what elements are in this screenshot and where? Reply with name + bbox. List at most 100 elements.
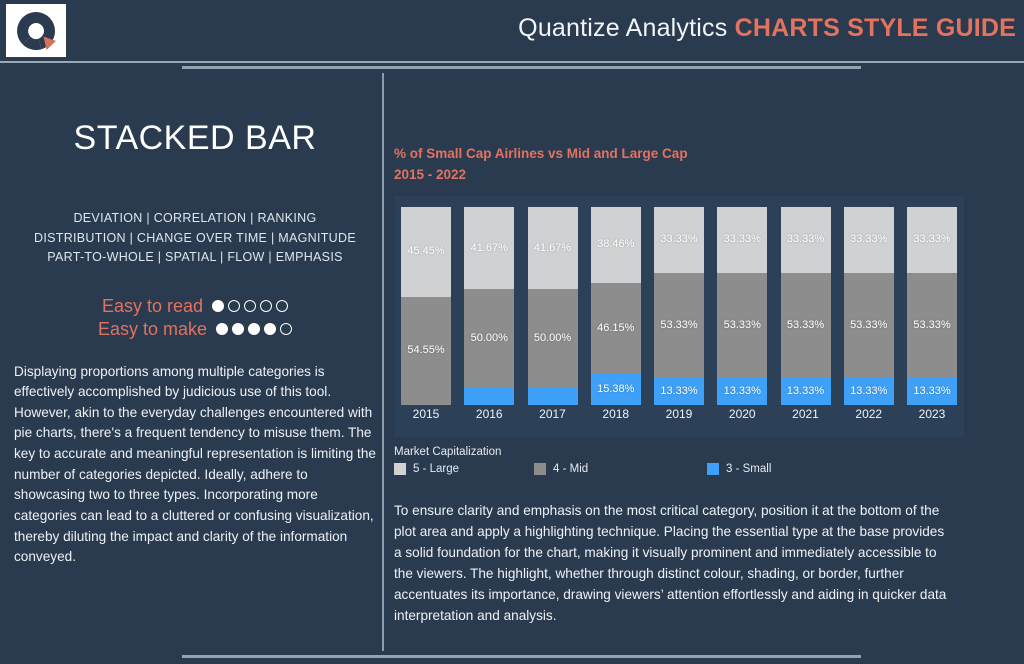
- bar-segment: 41.67%: [527, 206, 578, 290]
- legend-label: 5 - Large: [413, 462, 460, 475]
- rating-dot-filled: [232, 323, 245, 336]
- rating-easy-to-make: Easy to make: [14, 319, 376, 340]
- chart-title-line-2: 2015 - 2022: [394, 166, 467, 182]
- bar-segment-label: 38.46%: [597, 238, 635, 251]
- bar-segment-label: 33.33%: [850, 233, 888, 246]
- bar-column: 38.46% 46.15% 15.38%: [590, 206, 641, 405]
- rating-dots: [212, 300, 289, 313]
- style-guide-slide: { "header": { "brand": "Quantize Analyti…: [0, 0, 1024, 664]
- bar-segment-label: 15.38%: [597, 383, 635, 396]
- left-description-paragraph: Displaying proportions among multiple ca…: [14, 363, 376, 565]
- rating-easy-to-read: Easy to read: [14, 296, 376, 317]
- x-axis-tick: 2016: [475, 406, 503, 421]
- rating-dot-filled: [216, 323, 229, 336]
- taxonomy-list: DEVIATION | CORRELATION | RANKING DISTRI…: [14, 209, 376, 267]
- taxonomy-line-3: PART-TO-WHOLE | SPATIAL | FLOW | EMPHASI…: [47, 250, 343, 265]
- rating-dots: [216, 323, 293, 336]
- x-axis-tick: 2015: [412, 406, 440, 421]
- bar-segment-label: 53.33%: [660, 319, 698, 332]
- logo: [6, 4, 66, 57]
- bar-segment: 13.33%: [843, 378, 894, 405]
- page-title: STACKED BAR: [73, 119, 317, 157]
- bar-column: 33.33% 53.33% 13.33%: [907, 206, 957, 405]
- rating-dot-filled: [248, 323, 261, 336]
- right-column: % of Small Cap Airlines vs Mid and Large…: [394, 88, 1010, 640]
- bar-segment: 38.46%: [590, 206, 641, 283]
- taxonomy-line-1: DEVIATION | CORRELATION | RANKING: [73, 211, 317, 226]
- bar-column: 33.33% 53.33% 13.33%: [654, 206, 704, 405]
- bar-column: 33.33% 53.33% 13.33%: [780, 206, 831, 405]
- bar-column: 33.33% 53.33% 13.33%: [717, 206, 768, 405]
- legend-items: 5 - Large 4 - Mid 3 - Small: [394, 462, 964, 475]
- legend-swatch-icon: [707, 462, 719, 475]
- rating-label: Easy to read: [101, 295, 204, 316]
- bar-segment: 33.33%: [843, 206, 894, 273]
- x-axis-tick-labels: 2015 2016 2017 2018 2019 2020 2021 2022 2023: [401, 407, 957, 427]
- rating-dot-empty: [280, 323, 293, 336]
- taxonomy-line-2: DISTRIBUTION | CHANGE OVER TIME | MAGNIT…: [34, 230, 356, 245]
- bar-segment: 15.38%: [590, 374, 641, 405]
- x-axis-tick: 2018: [602, 406, 630, 421]
- bar-segment-label: 53.33%: [850, 319, 888, 332]
- bar-segment: 50.00%: [527, 289, 578, 389]
- bar-segment: 45.45%: [401, 206, 451, 297]
- bar-column: 41.67% 50.00%: [464, 206, 515, 405]
- bar-segment-label: 46.15%: [597, 322, 635, 335]
- bar-segment-label: 13.33%: [660, 385, 698, 398]
- bar-column: 33.33% 53.33% 13.33%: [843, 206, 894, 405]
- bar-segment: 33.33%: [717, 206, 768, 273]
- x-axis-tick: 2017: [539, 406, 566, 421]
- x-axis-tick: 2022: [855, 406, 883, 421]
- bar-segment-label: 53.33%: [786, 319, 825, 332]
- chart-bars: 45.45% 54.55% 41.67% 50.00% 41.67% 50.00% 38.4…: [401, 206, 957, 405]
- bar-segment: 13.33%: [717, 378, 768, 405]
- chart-title: % of Small Cap Airlines vs Mid and Large…: [394, 144, 1010, 186]
- bar-segment: 33.33%: [780, 206, 831, 273]
- stacked-bar-chart: 45.45% 54.55% 41.67% 50.00% 41.67% 50.00% 38.4…: [394, 195, 964, 437]
- bar-segment: 53.33%: [907, 272, 957, 379]
- legend-item[interactable]: 3 - Small: [707, 462, 772, 475]
- bar-segment: 54.55%: [401, 296, 451, 405]
- legend-label: 3 - Small: [726, 462, 772, 475]
- bar-segment-label: 33.33%: [786, 233, 825, 246]
- bar-segment: 53.33%: [654, 272, 704, 379]
- bar-segment: 33.33%: [654, 206, 704, 273]
- bar-segment: [527, 388, 578, 405]
- bar-segment: 41.67%: [464, 206, 515, 290]
- bar-segment-label: 33.33%: [723, 233, 761, 246]
- legend-item[interactable]: 5 - Large: [394, 462, 534, 475]
- legend-title: Market Capitalization: [394, 445, 502, 458]
- x-axis-tick: 2023: [918, 406, 946, 421]
- x-axis-tick: 2019: [665, 406, 693, 421]
- bar-segment-label: 50.00%: [533, 332, 572, 345]
- bar-column: 41.67% 50.00%: [527, 206, 578, 405]
- bar-segment: 53.33%: [780, 272, 831, 379]
- bar-segment: 13.33%: [780, 378, 831, 405]
- vertical-divider-rule: [382, 73, 384, 651]
- right-description-paragraph: To ensure clarity and emphasis on the mo…: [394, 502, 947, 624]
- guide-title: CHARTS STYLE GUIDE: [734, 14, 1016, 42]
- left-column: STACKED BAR DEVIATION | CORRELATION | RA…: [14, 90, 376, 582]
- bar-segment-label: 54.55%: [407, 344, 445, 357]
- page-header: Quantize Analytics CHARTS STYLE GUIDE: [0, 0, 1024, 63]
- bar-segment: 13.33%: [654, 378, 704, 405]
- legend-label: 4 - Mid: [553, 462, 589, 475]
- bar-segment: 13.33%: [907, 378, 957, 405]
- bar-segment-label: 53.33%: [913, 319, 951, 332]
- top-divider-rule: [182, 66, 861, 69]
- bar-segment-label: 41.67%: [533, 241, 572, 254]
- bar-segment-label: 13.33%: [723, 385, 761, 398]
- rating-dot-empty: [244, 300, 257, 313]
- bar-segment-label: 50.00%: [470, 332, 508, 345]
- bar-segment: 53.33%: [843, 272, 894, 379]
- bar-segment: 50.00%: [464, 289, 515, 389]
- rating-dot-empty: [228, 300, 241, 313]
- bar-segment-label: 45.45%: [407, 245, 445, 258]
- legend-item[interactable]: 4 - Mid: [534, 462, 707, 475]
- bar-segment-label: 33.33%: [913, 233, 951, 246]
- rating-label: Easy to make: [97, 318, 208, 339]
- bar-segment: [464, 388, 515, 405]
- bar-segment-label: 13.33%: [850, 385, 888, 398]
- bar-segment-label: 41.67%: [470, 241, 508, 254]
- bar-segment: 33.33%: [907, 206, 957, 273]
